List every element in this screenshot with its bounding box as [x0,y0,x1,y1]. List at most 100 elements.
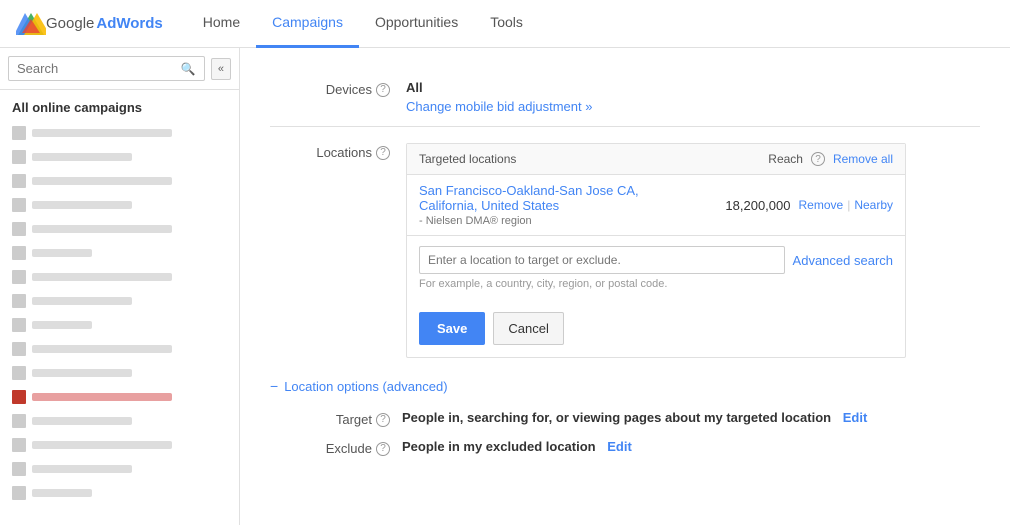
exclude-label: Exclude ? [270,439,390,456]
location-reach: 18,200,000 [701,198,791,213]
list-item[interactable] [0,481,239,505]
devices-help-icon[interactable]: ? [376,83,390,97]
campaign-name [32,249,92,257]
campaign-icon [12,222,26,236]
location-link[interactable]: San Francisco-Oakland-San Jose CA, Calif… [419,183,639,213]
exclude-edit-link[interactable]: Edit [607,439,632,454]
campaign-icon [12,390,26,404]
reach-help-icon[interactable]: ? [811,152,825,166]
campaign-name [32,465,132,473]
list-item[interactable] [0,457,239,481]
campaign-icon [12,294,26,308]
campaign-name [32,273,172,281]
location-options-toggle[interactable]: − Location options (advanced) [270,378,980,394]
top-nav: Google AdWords Home Campaigns Opportunit… [0,0,1010,48]
list-item[interactable] [0,193,239,217]
campaign-icon [12,198,26,212]
campaign-icon [12,318,26,332]
exclude-label-text: Exclude [326,441,372,456]
sidebar-collapse-button[interactable]: « [211,58,231,80]
locations-help-icon[interactable]: ? [376,146,390,160]
campaign-name [32,417,132,425]
nav-opportunities[interactable]: Opportunities [359,0,474,48]
location-search-row: Advanced search [419,246,893,274]
remove-all-link[interactable]: Remove all [833,152,893,166]
exclude-help-icon[interactable]: ? [376,442,390,456]
campaign-name [32,129,172,137]
list-item[interactable] [0,169,239,193]
list-item[interactable] [0,145,239,169]
remove-location-link[interactable]: Remove [799,198,844,212]
minus-icon: − [270,378,278,394]
list-item[interactable] [0,361,239,385]
sidebar-search-box[interactable]: 🔍 [8,56,205,81]
logo-adwords-text: AdWords [96,15,162,32]
locations-content: Targeted locations Reach ? Remove all Sa… [406,143,980,358]
target-label: Target ? [270,410,390,427]
campaign-icon [12,342,26,356]
list-item[interactable] [0,433,239,457]
location-row: San Francisco-Oakland-San Jose CA, Calif… [407,175,905,236]
locations-section: Locations ? Targeted locations Reach ? R… [270,127,980,370]
list-item[interactable] [0,265,239,289]
search-icon: 🔍 [181,62,196,76]
list-item[interactable] [0,337,239,361]
save-button[interactable]: Save [419,312,485,345]
logo-icon [16,11,46,37]
campaign-name [32,225,172,233]
location-options-label: Location options (advanced) [284,379,447,394]
list-item[interactable] [0,289,239,313]
devices-label: Devices ? [270,80,390,97]
target-help-icon[interactable]: ? [376,413,390,427]
campaign-icon [12,174,26,188]
campaign-name [32,297,132,305]
advanced-search-link[interactable]: Advanced search [793,253,893,268]
target-value-text: People in, searching for, or viewing pag… [402,410,831,425]
location-name: San Francisco-Oakland-San Jose CA, Calif… [419,183,693,227]
main-layout: 🔍 « All online campaigns Devices ? [0,48,1010,525]
list-item-highlighted[interactable] [0,385,239,409]
target-label-text: Target [336,412,372,427]
nearby-location-link[interactable]: Nearby [854,198,893,212]
location-subtitle: - Nielsen DMA® region [419,215,693,227]
campaign-icon [12,366,26,380]
campaign-name [32,393,172,401]
target-edit-link[interactable]: Edit [843,410,868,425]
list-item[interactable] [0,313,239,337]
nav-tools[interactable]: Tools [474,0,539,48]
reach-label: Reach [768,152,803,166]
campaigns-title: All online campaigns [0,90,239,121]
logo-google-text: Google [46,15,94,32]
nav-campaigns[interactable]: Campaigns [256,0,359,48]
content-area: Devices ? All Change mobile bid adjustme… [240,48,1010,525]
exclude-value: People in my excluded location Edit [402,439,980,454]
search-input[interactable] [17,61,181,76]
campaign-name [32,441,172,449]
devices-section: Devices ? All Change mobile bid adjustme… [270,68,980,127]
sidebar-header: 🔍 « [0,48,239,90]
devices-content: All Change mobile bid adjustment » [406,80,980,114]
locations-table-header: Targeted locations Reach ? Remove all [407,144,905,175]
campaign-name [32,153,132,161]
locations-panel: Targeted locations Reach ? Remove all Sa… [406,143,906,358]
header-right: Reach ? Remove all [768,152,893,166]
logo-area: Google AdWords [16,11,163,37]
campaign-name [32,489,92,497]
devices-value: All [406,80,980,95]
campaign-icon [12,150,26,164]
sidebar: 🔍 « All online campaigns [0,48,240,525]
cancel-button[interactable]: Cancel [493,312,563,345]
list-item[interactable] [0,241,239,265]
campaign-icon [12,438,26,452]
change-mobile-link[interactable]: Change mobile bid adjustment » [406,99,592,114]
campaign-icon [12,462,26,476]
exclude-row: Exclude ? People in my excluded location… [270,439,980,456]
list-item[interactable] [0,409,239,433]
campaign-icon [12,486,26,500]
list-item[interactable] [0,121,239,145]
location-options-section: − Location options (advanced) Target ? P… [270,378,980,456]
nav-home[interactable]: Home [187,0,256,48]
location-search-input[interactable] [419,246,785,274]
campaign-name [32,369,132,377]
list-item[interactable] [0,217,239,241]
